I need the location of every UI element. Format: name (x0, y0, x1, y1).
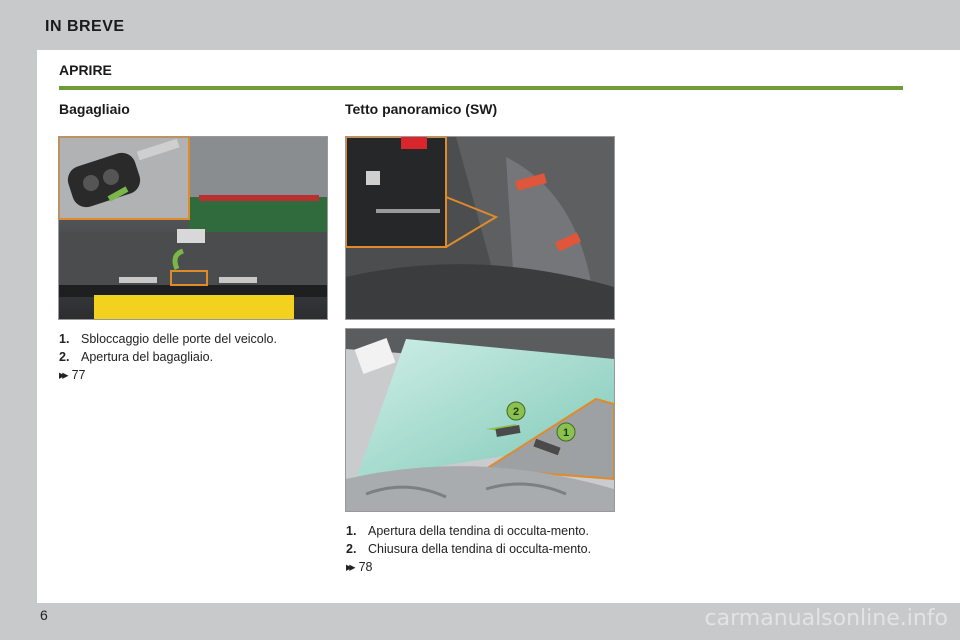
brand-logo (177, 229, 205, 243)
item-text: Apertura della tendina di occulta-mento. (368, 524, 589, 538)
double-arrow-icon: ▸▸ (346, 560, 355, 574)
callout-one: 1 (556, 422, 576, 442)
item-number: 1. (346, 524, 357, 538)
item-number: 2. (59, 350, 70, 364)
callout-two: 2 (506, 401, 526, 421)
page-header: IN BREVE (0, 0, 960, 50)
sunroof-list: 1. Apertura della tendina di occulta-men… (346, 524, 614, 575)
reference-page-number: 78 (358, 560, 373, 574)
reference-page-number: 77 (71, 368, 86, 382)
list-item: 1. Apertura della tendina di occulta-men… (346, 524, 614, 539)
double-arrow-icon: ▸▸ (59, 368, 68, 382)
svg-text:2: 2 (513, 406, 519, 418)
header-title: IN BREVE (45, 18, 125, 35)
trunk-title: Bagagliaio (59, 101, 130, 117)
item-text: Chiusura della tendina di occulta-mento. (368, 542, 592, 556)
watermark: carmanualsonline.info (704, 606, 948, 631)
list-item: 2. Apertura del bagagliaio. (59, 350, 327, 365)
roof-control-illustration (345, 136, 615, 320)
section-title: APRIRE (59, 62, 112, 78)
section-rule (59, 86, 903, 90)
trunk-list: 1. Sbloccaggio delle porte del veicolo. … (59, 332, 327, 383)
content-page: APRIRE Bagagliaio Tetto panoramico (SW) (37, 50, 960, 603)
page-reference[interactable]: ▸▸ 78 (346, 560, 614, 575)
item-text: Sbloccaggio delle porte del veicolo. (81, 332, 277, 346)
trunk-illustration (58, 136, 328, 320)
list-item: 1. Sbloccaggio delle porte del veicolo. (59, 332, 327, 347)
page-number: 6 (40, 607, 48, 623)
panoramic-roof-illustration: 2 1 (345, 328, 615, 512)
item-number: 1. (59, 332, 70, 346)
page-reference[interactable]: ▸▸ 77 (59, 368, 327, 383)
item-number: 2. (346, 542, 357, 556)
sunroof-title: Tetto panoramico (SW) (345, 101, 498, 117)
svg-text:1: 1 (563, 427, 569, 439)
list-item: 2. Chiusura della tendina di occulta-men… (346, 542, 614, 557)
item-text: Apertura del bagagliaio. (81, 350, 214, 364)
